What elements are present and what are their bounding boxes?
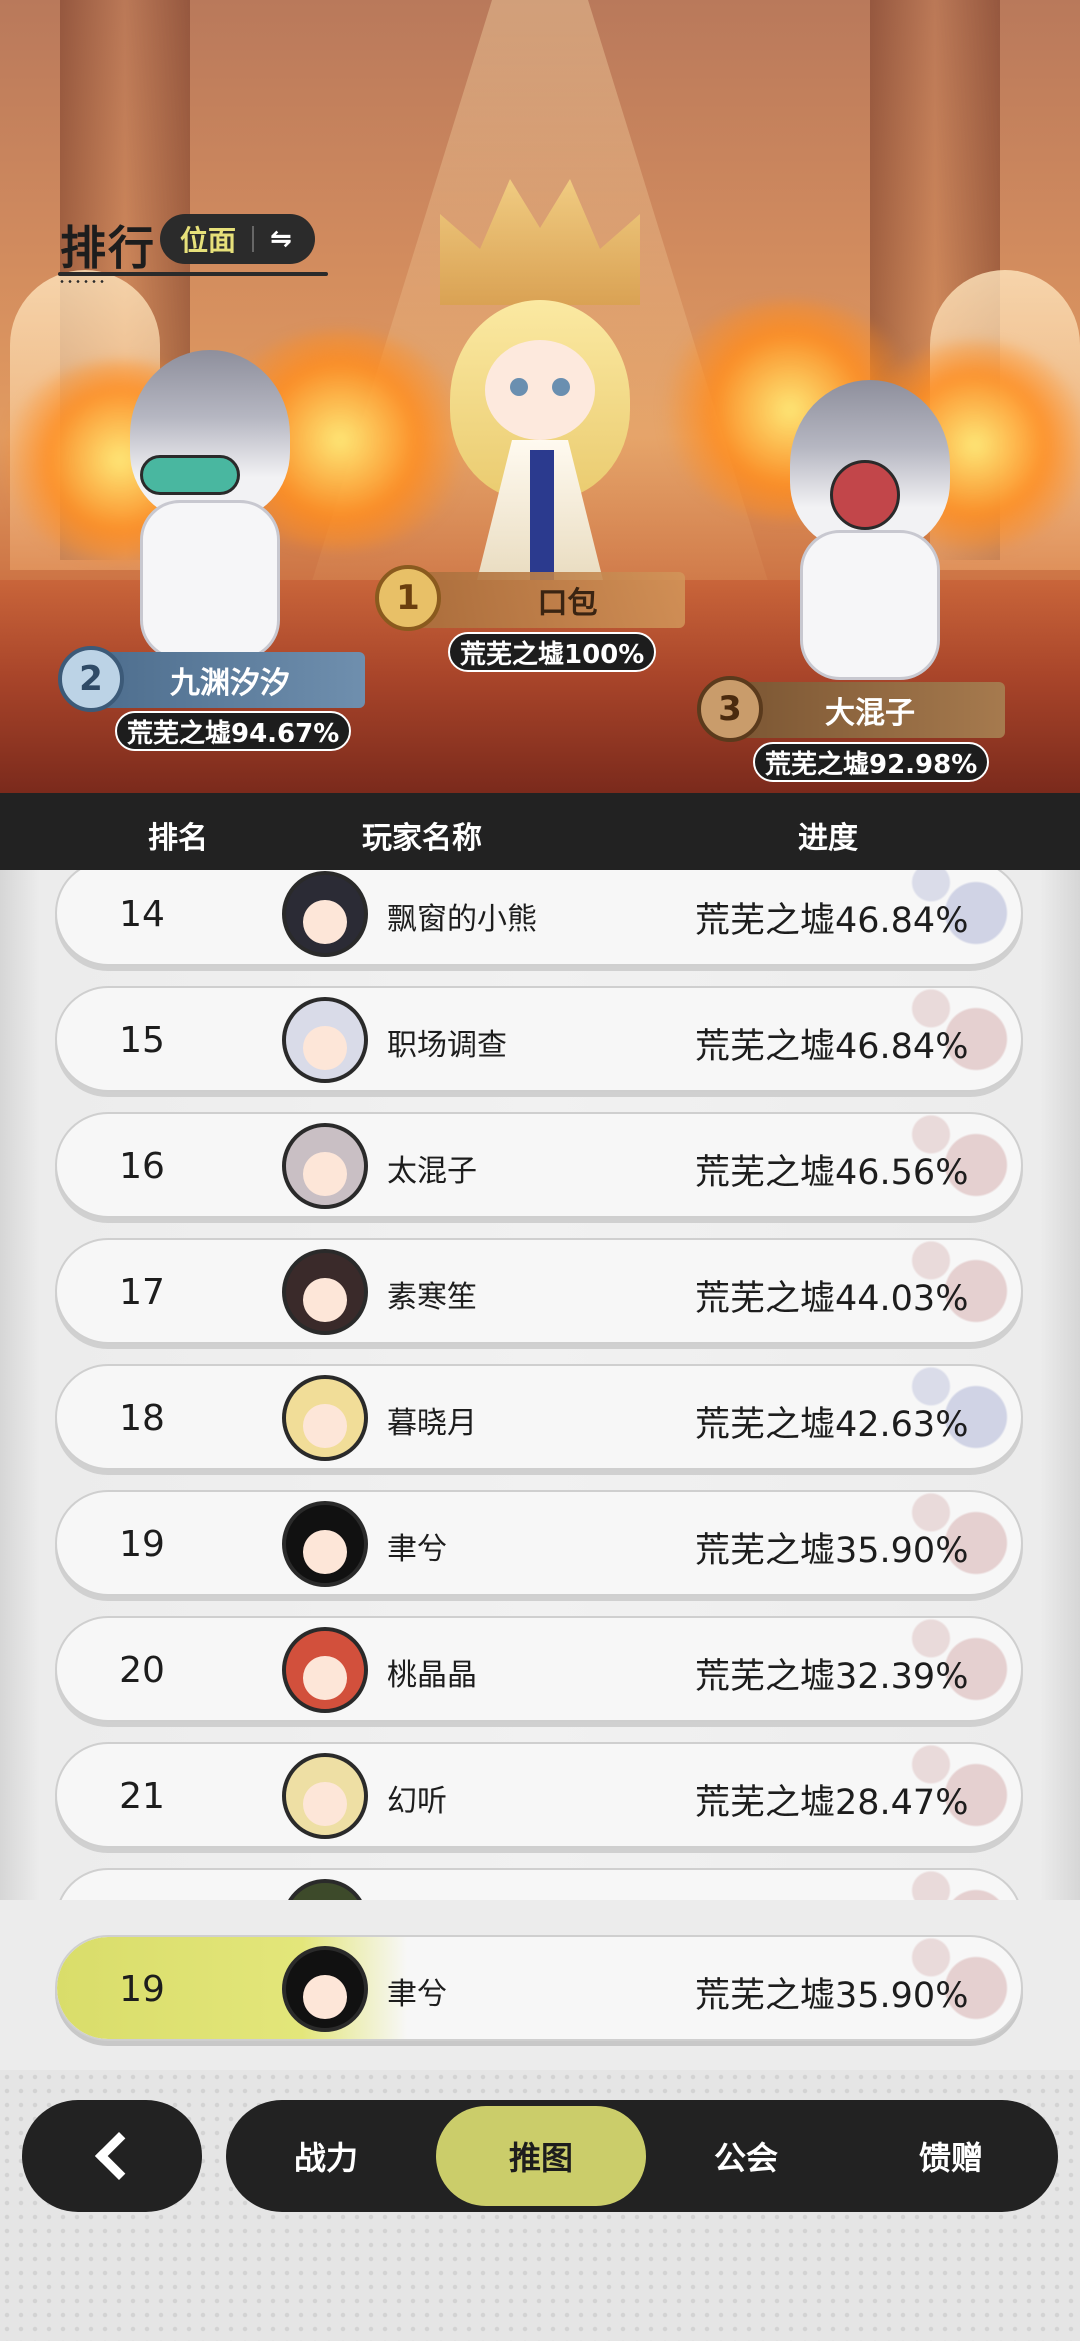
rank-3-name-plate: 大混子 bbox=[725, 682, 1005, 738]
rank-1-character bbox=[430, 300, 650, 580]
rank-1-name: 口包 bbox=[537, 586, 598, 621]
realm-toggle-button[interactable]: 位面 ⇋ bbox=[160, 214, 315, 264]
my-rank: 19 bbox=[119, 1969, 165, 2010]
rank-1-medal: 1 bbox=[375, 565, 441, 631]
row-rank: 19 bbox=[119, 1524, 165, 1565]
table-row[interactable]: 17 素寒笙 荒芜之墟44.03% bbox=[55, 1238, 1023, 1344]
row-player-name: 飘窗的小熊 bbox=[387, 902, 537, 937]
row-rank: 16 bbox=[119, 1146, 165, 1187]
avatar bbox=[282, 997, 368, 1083]
toggle-divider bbox=[252, 226, 255, 252]
rank-2-name: 九渊汐汐 bbox=[170, 666, 290, 701]
column-header-player: 玩家名称 bbox=[362, 821, 482, 856]
table-header: 排名 玩家名称 进度 bbox=[0, 793, 1080, 870]
my-avatar bbox=[282, 1946, 368, 2032]
rank-2-character bbox=[110, 350, 310, 660]
row-rank: 14 bbox=[119, 894, 165, 935]
chevron-left-icon bbox=[94, 2131, 144, 2181]
rank-3-character bbox=[770, 380, 970, 680]
ranking-list[interactable]: 14 飘窗的小熊 荒芜之墟46.84% 15 职场调查 荒芜之墟46.84% 1… bbox=[0, 870, 1080, 2070]
back-button[interactable] bbox=[22, 2100, 202, 2212]
tab-guild[interactable]: 公会 bbox=[646, 2100, 846, 2212]
avatar bbox=[282, 1375, 368, 1461]
my-player-name: 聿兮 bbox=[387, 1977, 447, 2012]
row-player-name: 素寒笙 bbox=[387, 1280, 477, 1315]
rank-3-name: 大混子 bbox=[825, 696, 915, 731]
my-progress: 荒芜之墟35.90% bbox=[695, 1976, 969, 2016]
rank-1-progress: 荒芜之墟100% bbox=[448, 632, 657, 672]
tab-gift[interactable]: 馈赠 bbox=[851, 2100, 1051, 2212]
avatar bbox=[282, 1501, 368, 1587]
row-player-name: 暮晓月 bbox=[387, 1406, 477, 1441]
avatar bbox=[282, 871, 368, 957]
row-progress: 荒芜之墟46.84% bbox=[695, 1027, 969, 1067]
row-progress: 荒芜之墟44.03% bbox=[695, 1279, 969, 1319]
rank-2-name-plate: 九渊汐汐 bbox=[85, 652, 365, 708]
table-row[interactable]: 21 幻听 荒芜之墟28.47% bbox=[55, 1742, 1023, 1848]
avatar bbox=[282, 1627, 368, 1713]
rank-3-medal: 3 bbox=[697, 676, 763, 742]
rank-3-progress: 荒芜之墟92.98% bbox=[753, 742, 990, 782]
column-header-rank: 排名 bbox=[148, 821, 208, 856]
table-row[interactable]: 19 聿兮 荒芜之墟35.90% bbox=[55, 1490, 1023, 1596]
row-progress: 荒芜之墟28.47% bbox=[695, 1783, 969, 1823]
table-row[interactable]: 20 桃晶晶 荒芜之墟32.39% bbox=[55, 1616, 1023, 1722]
row-progress: 荒芜之墟46.84% bbox=[695, 901, 969, 941]
table-row[interactable]: 16 太混子 荒芜之墟46.56% bbox=[55, 1112, 1023, 1218]
row-player-name: 太混子 bbox=[387, 1154, 477, 1189]
row-progress: 荒芜之墟46.56% bbox=[695, 1153, 969, 1193]
column-header-progress: 进度 bbox=[798, 821, 858, 856]
row-player-name: 幻听 bbox=[387, 1784, 447, 1819]
tab-stage-progress[interactable]: 推图 bbox=[436, 2106, 646, 2206]
row-progress: 荒芜之墟32.39% bbox=[695, 1657, 969, 1697]
rank-1-name-plate: 口包 bbox=[410, 572, 685, 628]
toggle-label: 位面 bbox=[180, 224, 237, 257]
title-dots bbox=[58, 280, 106, 283]
row-progress: 荒芜之墟35.90% bbox=[695, 1531, 969, 1571]
row-rank: 20 bbox=[119, 1650, 165, 1691]
row-progress: 荒芜之墟42.63% bbox=[695, 1405, 969, 1445]
page-title: 排行 bbox=[60, 221, 156, 275]
row-player-name: 聿兮 bbox=[387, 1532, 447, 1567]
my-rank-row[interactable]: 19 聿兮 荒芜之墟35.90% bbox=[55, 1935, 1023, 2041]
rank-2-progress: 荒芜之墟94.67% bbox=[115, 711, 352, 751]
row-player-name: 职场调查 bbox=[387, 1028, 507, 1063]
avatar bbox=[282, 1753, 368, 1839]
row-rank: 15 bbox=[119, 1020, 165, 1061]
row-rank: 21 bbox=[119, 1776, 165, 1817]
ranking-tab-bar: 战力 推图 公会 馈赠 bbox=[226, 2100, 1058, 2212]
table-row[interactable]: 14 飘窗的小熊 荒芜之墟46.84% bbox=[55, 870, 1023, 966]
row-rank: 18 bbox=[119, 1398, 165, 1439]
row-rank: 17 bbox=[119, 1272, 165, 1313]
ranking-banner: 排行 位面 ⇋ 口包 1 荒芜之墟100% 九渊汐汐 2 荒芜之墟94.67% … bbox=[0, 0, 1080, 793]
avatar bbox=[282, 1123, 368, 1209]
title-underline bbox=[58, 272, 328, 276]
row-player-name: 桃晶晶 bbox=[387, 1658, 477, 1693]
rank-2-medal: 2 bbox=[58, 646, 124, 712]
table-row[interactable]: 18 暮晓月 荒芜之墟42.63% bbox=[55, 1364, 1023, 1470]
tab-power[interactable]: 战力 bbox=[226, 2100, 426, 2212]
avatar bbox=[282, 1249, 368, 1335]
swap-icon: ⇋ bbox=[270, 224, 292, 254]
table-row[interactable]: 15 职场调查 荒芜之墟46.84% bbox=[55, 986, 1023, 1092]
